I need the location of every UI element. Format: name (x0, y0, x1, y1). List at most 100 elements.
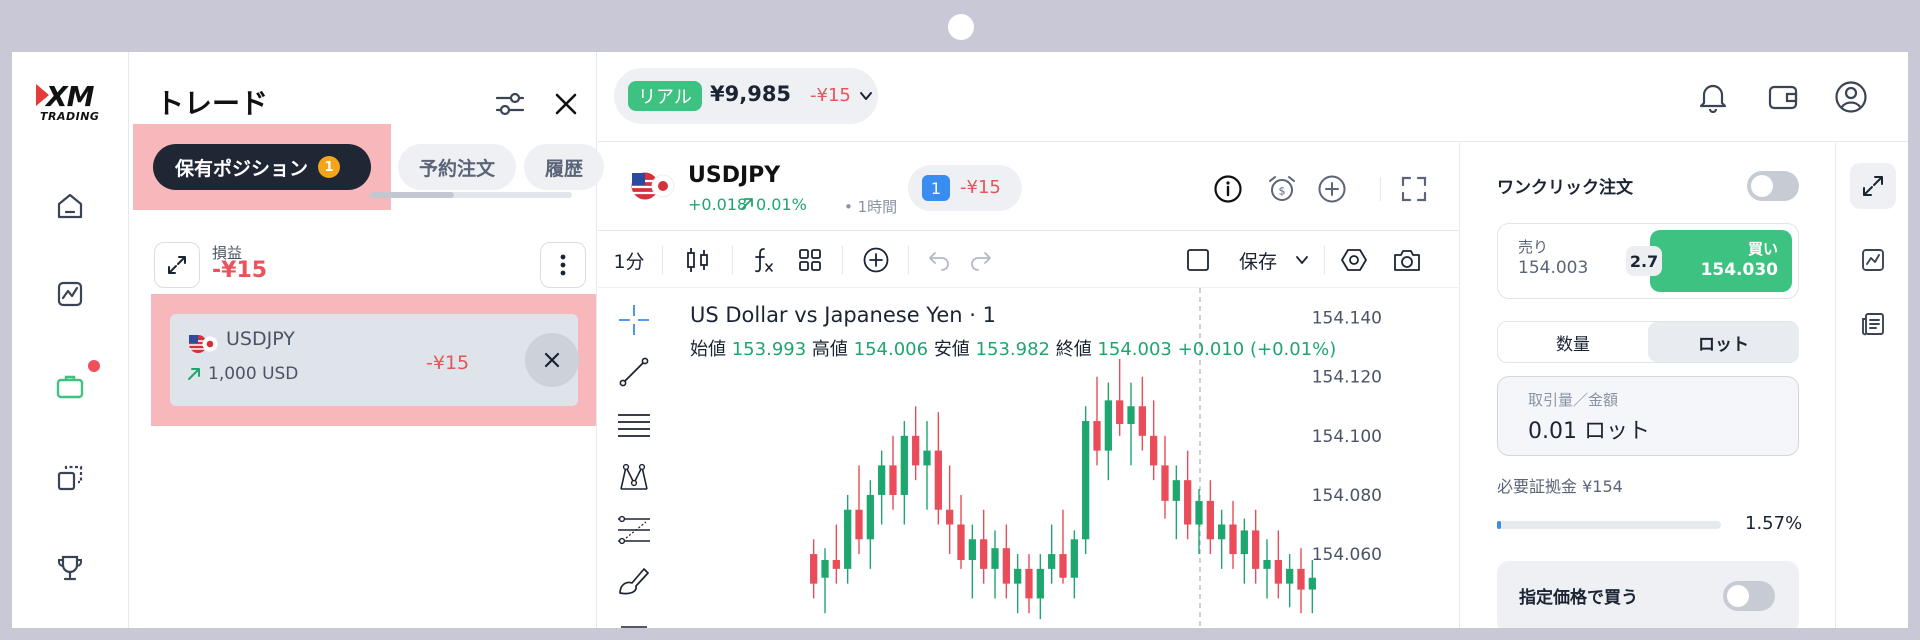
trophy-icon (58, 555, 82, 581)
candle-body (1104, 400, 1112, 451)
rail-news-button[interactable] (1850, 301, 1896, 347)
high-label: 高値 (811, 339, 848, 360)
wallet-button[interactable] (1764, 78, 1802, 116)
limit-order-toggle[interactable] (1723, 581, 1775, 611)
position-pl: -¥15 (426, 352, 470, 374)
layout-button[interactable] (794, 244, 826, 276)
arrow-up-right-icon (741, 198, 753, 210)
wallet-icon (1768, 85, 1798, 110)
nav-trophy[interactable] (48, 546, 92, 590)
notification-dot (88, 360, 100, 372)
rail-chart-button[interactable] (1850, 237, 1896, 283)
more-vertical-icon (560, 254, 566, 276)
save-button[interactable]: 保存 (1232, 244, 1284, 276)
indicators-button[interactable] (748, 244, 780, 276)
more-tools[interactable] (614, 608, 654, 628)
fullscreen-icon (1401, 176, 1427, 202)
chart-type-button[interactable] (682, 244, 714, 276)
xm-logo[interactable]: XM TRADING (34, 80, 114, 123)
undo-icon (929, 252, 949, 271)
volume-value[interactable]: 0.01 ロット (1528, 413, 1650, 445)
candle-body (1308, 577, 1316, 590)
undo-button[interactable] (924, 244, 954, 276)
screenshot-button[interactable] (1390, 244, 1424, 276)
close-position-button[interactable] (525, 333, 579, 387)
position-row[interactable]: USDJPY 1,000 USD -¥15 (170, 314, 579, 406)
sell-price: 154.003 (1518, 258, 1589, 278)
nav-chart[interactable] (48, 272, 92, 316)
rail-trade-button[interactable] (1850, 163, 1896, 209)
chart-icon (1862, 249, 1884, 271)
candle-body (1263, 560, 1271, 569)
notifications-button[interactable] (1694, 78, 1732, 116)
home-icon (57, 193, 83, 219)
layout-toggle-button[interactable] (1182, 244, 1214, 276)
fib-tool[interactable] (614, 510, 654, 550)
unit-tab-quantity[interactable]: 数量 (1498, 322, 1648, 362)
profile-button[interactable] (1832, 78, 1870, 116)
tab-pending-orders[interactable]: 予約注文 (398, 144, 516, 190)
tab-open-positions[interactable]: 保有ポジション 1 (153, 144, 371, 190)
brush-tool[interactable] (614, 560, 654, 600)
candle-body (968, 539, 976, 560)
toolbar-divider (1324, 246, 1325, 274)
buy-button[interactable]: 買い 154.030 (1650, 230, 1792, 292)
camera-icon (1394, 250, 1420, 271)
symbol-name[interactable]: USDJPY (688, 163, 780, 188)
info-button[interactable] (1212, 173, 1244, 205)
spread-badge: 2.7 (1626, 246, 1662, 276)
toggle-knob (1751, 175, 1773, 197)
candle-body (991, 548, 999, 569)
interval-selector[interactable]: 1分 (612, 244, 646, 276)
crosshair-tool[interactable] (614, 300, 654, 340)
volume-input[interactable]: 取引量／金額 0.01 ロット (1497, 376, 1799, 456)
chart-settings-button[interactable] (1338, 244, 1370, 276)
add-indicator-button[interactable] (860, 244, 892, 276)
account-pl: -¥15 (810, 85, 851, 106)
user-avatar-icon (1835, 81, 1867, 113)
trendline-tool[interactable] (614, 352, 654, 392)
save-menu-button[interactable] (1292, 244, 1312, 276)
tabs-scrollbar-thumb[interactable] (370, 192, 454, 198)
tabs-scrollbar[interactable] (370, 192, 572, 198)
one-click-toggle[interactable] (1747, 171, 1799, 201)
pl-toggle-button[interactable] (154, 242, 200, 288)
close-label: 終値 (1055, 339, 1092, 360)
app-screen: XM TRADING トレード 保有ポジション 1 予約注文 履歴 損益 -¥1… (12, 52, 1908, 628)
close-value: 154.003 (1097, 339, 1172, 360)
close-panel-button[interactable] (548, 86, 584, 122)
horizontal-lines-icon (618, 414, 650, 437)
trendline-icon (619, 357, 649, 387)
pattern-tool[interactable] (614, 458, 654, 498)
nav-copy[interactable] (48, 456, 92, 500)
tab-label: 履歴 (544, 157, 583, 180)
filter-settings-button[interactable] (492, 86, 528, 122)
account-selector[interactable]: リアル ¥9,985 -¥15 (614, 68, 878, 124)
low-value: 153.982 (975, 339, 1050, 360)
fullscreen-button[interactable] (1398, 173, 1430, 205)
nav-portfolio[interactable] (48, 364, 92, 408)
top-bar: リアル ¥9,985 -¥15 (598, 52, 1908, 142)
account-balance: ¥9,985 (710, 82, 792, 106)
more-options-button[interactable] (540, 242, 586, 288)
unit-tab-lot[interactable]: ロット (1648, 322, 1799, 362)
tab-history[interactable]: 履歴 (524, 144, 604, 190)
toolbar-divider (908, 246, 909, 274)
y-tick-label: 154.080 (1312, 486, 1382, 506)
chevron-down-icon (1296, 256, 1308, 264)
candle-body (1093, 421, 1101, 451)
candle-body (878, 465, 886, 495)
open-positions-badge[interactable]: 1 -¥15 (908, 165, 1022, 211)
horizontal-lines-tool[interactable] (614, 406, 654, 446)
logo-text: XM (46, 80, 94, 113)
add-button[interactable] (1316, 173, 1348, 205)
margin-progress-fill (1497, 521, 1502, 529)
candle-body (900, 435, 908, 495)
redo-button[interactable] (966, 244, 996, 276)
open-label: 始値 (690, 339, 726, 360)
pattern-icon (620, 463, 648, 490)
usdjpy-flag-icon (189, 335, 218, 353)
open-positions-pl: -¥15 (960, 177, 1001, 198)
nav-home[interactable] (48, 184, 92, 228)
price-alert-button[interactable]: $ (1266, 173, 1298, 205)
